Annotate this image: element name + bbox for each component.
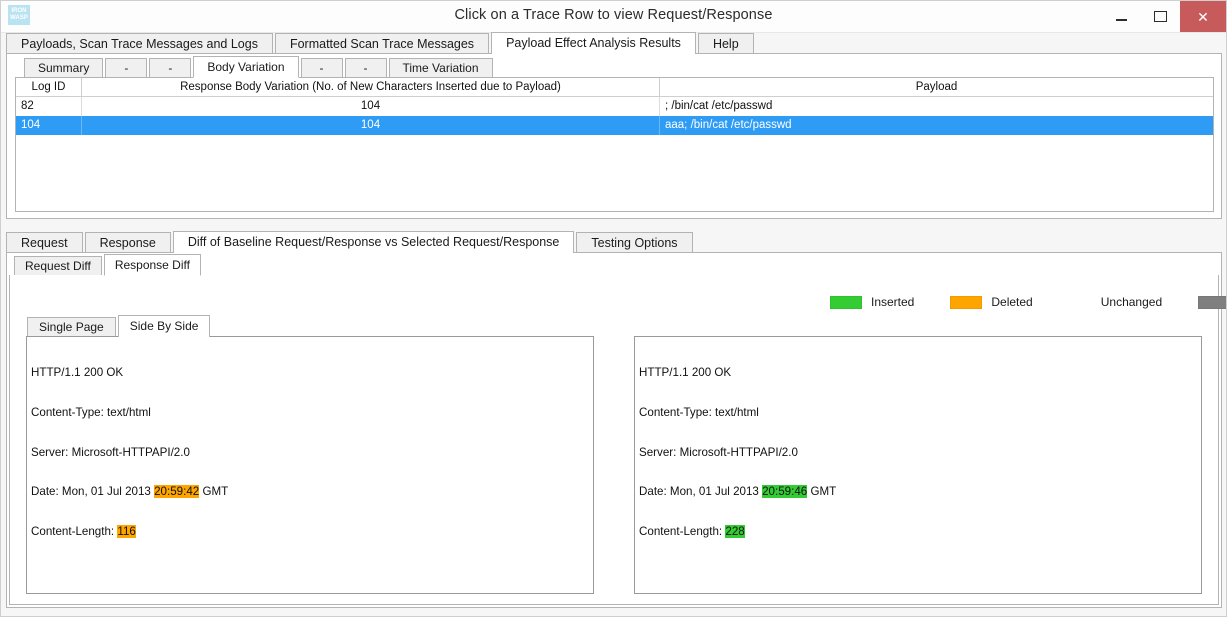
line-content-length-prefix: Content-Length: <box>639 524 726 538</box>
line-status: HTTP/1.1 200 OK <box>31 366 124 380</box>
tab-diff-baseline-vs-selected[interactable]: Diff of Baseline Request/Response vs Sel… <box>172 231 575 253</box>
line-date-suffix: GMT <box>807 485 837 499</box>
table-row[interactable]: 104 104 aaa; /bin/cat /etc/passwd <box>16 116 1213 135</box>
line-content-type: Content-Type: text/html <box>639 406 759 419</box>
diff-tabstrip: Request Diff Response Diff <box>14 254 203 276</box>
subtab-placeholder-4[interactable]: - <box>344 58 387 78</box>
tab-help[interactable]: Help <box>697 33 754 54</box>
subtab-placeholder-3[interactable]: - <box>300 58 343 78</box>
line-date: Date: Mon, 01 Jul 2013 20:59:46 GMT <box>639 485 1201 499</box>
line-content-length: Content-Length: 116 <box>31 524 593 538</box>
tab-request[interactable]: Request <box>6 232 83 253</box>
window-controls: ✕ <box>1102 1 1226 32</box>
line-content-length-value-deleted: 116 <box>117 524 136 538</box>
tab-testing-options[interactable]: Testing Options <box>576 232 693 253</box>
close-button[interactable]: ✕ <box>1180 1 1226 32</box>
legend-label-deleted: Deleted <box>991 295 1033 309</box>
tab-response[interactable]: Response <box>84 232 171 253</box>
tab-response-diff[interactable]: Response Diff <box>103 254 201 276</box>
subtab-time-variation[interactable]: Time Variation <box>388 58 493 78</box>
line-status: HTTP/1.1 200 OK <box>639 366 732 380</box>
tab-single-page[interactable]: Single Page <box>27 317 116 337</box>
legend-swatch-deleted <box>950 295 983 309</box>
subtab-body-variation[interactable]: Body Variation <box>193 56 299 78</box>
line-date-time-inserted: 20:59:46 <box>762 485 808 499</box>
table-row[interactable]: 82 104 ; /bin/cat /etc/passwd <box>16 97 1213 116</box>
window-title: Click on a Trace Row to view Request/Res… <box>454 7 773 23</box>
legend-item-deleted: Deleted <box>950 295 1033 309</box>
legend-item-inserted: Inserted <box>830 295 914 309</box>
legend-label-inserted: Inserted <box>871 295 915 309</box>
payload-effect-analysis-panel: Summary - - Body Variation - - Time Vari… <box>6 53 1222 219</box>
close-icon: ✕ <box>1197 8 1209 25</box>
main-tabstrip: Payloads, Scan Trace Messages and Logs F… <box>6 32 1222 54</box>
title-bar: IRON WASP Click on a Trace Row to view R… <box>1 1 1226 33</box>
legend-swatch-filler <box>1198 295 1226 309</box>
cell-log-id: 82 <box>16 97 82 116</box>
tab-payloads-scan-trace-logs[interactable]: Payloads, Scan Trace Messages and Logs <box>6 33 273 54</box>
grid-header-variation[interactable]: Response Body Variation (No. of New Char… <box>82 78 660 96</box>
legend-swatch-unchanged <box>1069 296 1101 309</box>
body-variation-grid[interactable]: Log ID Response Body Variation (No. of N… <box>15 77 1214 212</box>
minimize-icon <box>1116 18 1127 21</box>
subtab-placeholder-1[interactable]: - <box>105 58 148 78</box>
grid-header-payload[interactable]: Payload <box>660 78 1213 96</box>
request-response-tabstrip: Request Response Diff of Baseline Reques… <box>6 231 1222 253</box>
legend-swatch-inserted <box>830 295 862 309</box>
legend-item-unchanged: Unchanged <box>1069 295 1162 309</box>
line-date-prefix: Date: Mon, 01 Jul 2013 <box>639 485 763 499</box>
cell-variation: 104 <box>82 116 660 135</box>
selected-response-text: HTTP/1.1 200 OK Content-Type: text/html … <box>639 340 1201 593</box>
baseline-response-text: HTTP/1.1 200 OK Content-Type: text/html … <box>31 340 593 593</box>
subtab-summary[interactable]: Summary <box>24 58 104 78</box>
line-content-type: Content-Type: text/html <box>31 406 151 419</box>
maximize-button[interactable] <box>1141 1 1180 32</box>
subtab-placeholder-2[interactable]: - <box>149 58 192 78</box>
selected-response-pane[interactable]: HTTP/1.1 200 OK Content-Type: text/html … <box>634 336 1202 594</box>
cell-payload: ; /bin/cat /etc/passwd <box>665 100 773 112</box>
grid-header-row: Log ID Response Body Variation (No. of N… <box>16 78 1213 97</box>
cell-log-id: 104 <box>16 116 82 135</box>
line-content-length-value-inserted: 228 <box>725 524 745 538</box>
response-diff-body: Inserted Deleted Unchanged Filler Single… <box>9 275 1226 605</box>
tab-formatted-scan-trace-messages[interactable]: Formatted Scan Trace Messages <box>274 33 490 54</box>
cell-variation: 104 <box>82 97 660 116</box>
baseline-response-pane[interactable]: HTTP/1.1 200 OK Content-Type: text/html … <box>26 336 594 594</box>
application-window: IRON WASP Click on a Trace Row to view R… <box>0 0 1227 617</box>
cell-payload: aaa; /bin/cat /etc/passwd <box>665 119 792 131</box>
analysis-subtabstrip: Summary - - Body Variation - - Time Vari… <box>24 56 495 78</box>
minimize-button[interactable] <box>1102 1 1141 32</box>
diff-legend: Inserted Deleted Unchanged Filler <box>830 294 1226 310</box>
grid-header-log-id[interactable]: Log ID <box>16 78 82 96</box>
diff-view-tabstrip: Single Page Side By Side <box>27 315 212 337</box>
legend-item-filler: Filler <box>1198 295 1226 309</box>
tab-payload-effect-analysis-results[interactable]: Payload Effect Analysis Results <box>491 32 696 54</box>
line-date-time-deleted: 20:59:42 <box>154 485 200 499</box>
line-server: Server: Microsoft-HTTPAPI/2.0 <box>31 445 190 459</box>
tab-side-by-side[interactable]: Side By Side <box>117 315 211 337</box>
tab-request-diff[interactable]: Request Diff <box>14 256 102 276</box>
line-date: Date: Mon, 01 Jul 2013 20:59:42 GMT <box>31 485 593 499</box>
side-by-side-panes: HTTP/1.1 200 OK Content-Type: text/html … <box>26 336 1202 594</box>
line-date-suffix: GMT <box>199 485 229 499</box>
line-content-length: Content-Length: 228 <box>639 524 1201 538</box>
line-date-prefix: Date: Mon, 01 Jul 2013 <box>31 485 155 499</box>
line-server: Server: Microsoft-HTTPAPI/2.0 <box>639 445 798 459</box>
maximize-icon <box>1154 11 1167 22</box>
diff-panel: Request Diff Response Diff Inserted Dele… <box>6 252 1226 608</box>
legend-label-unchanged: Unchanged <box>1100 295 1163 309</box>
line-content-length-prefix: Content-Length: <box>31 524 118 538</box>
